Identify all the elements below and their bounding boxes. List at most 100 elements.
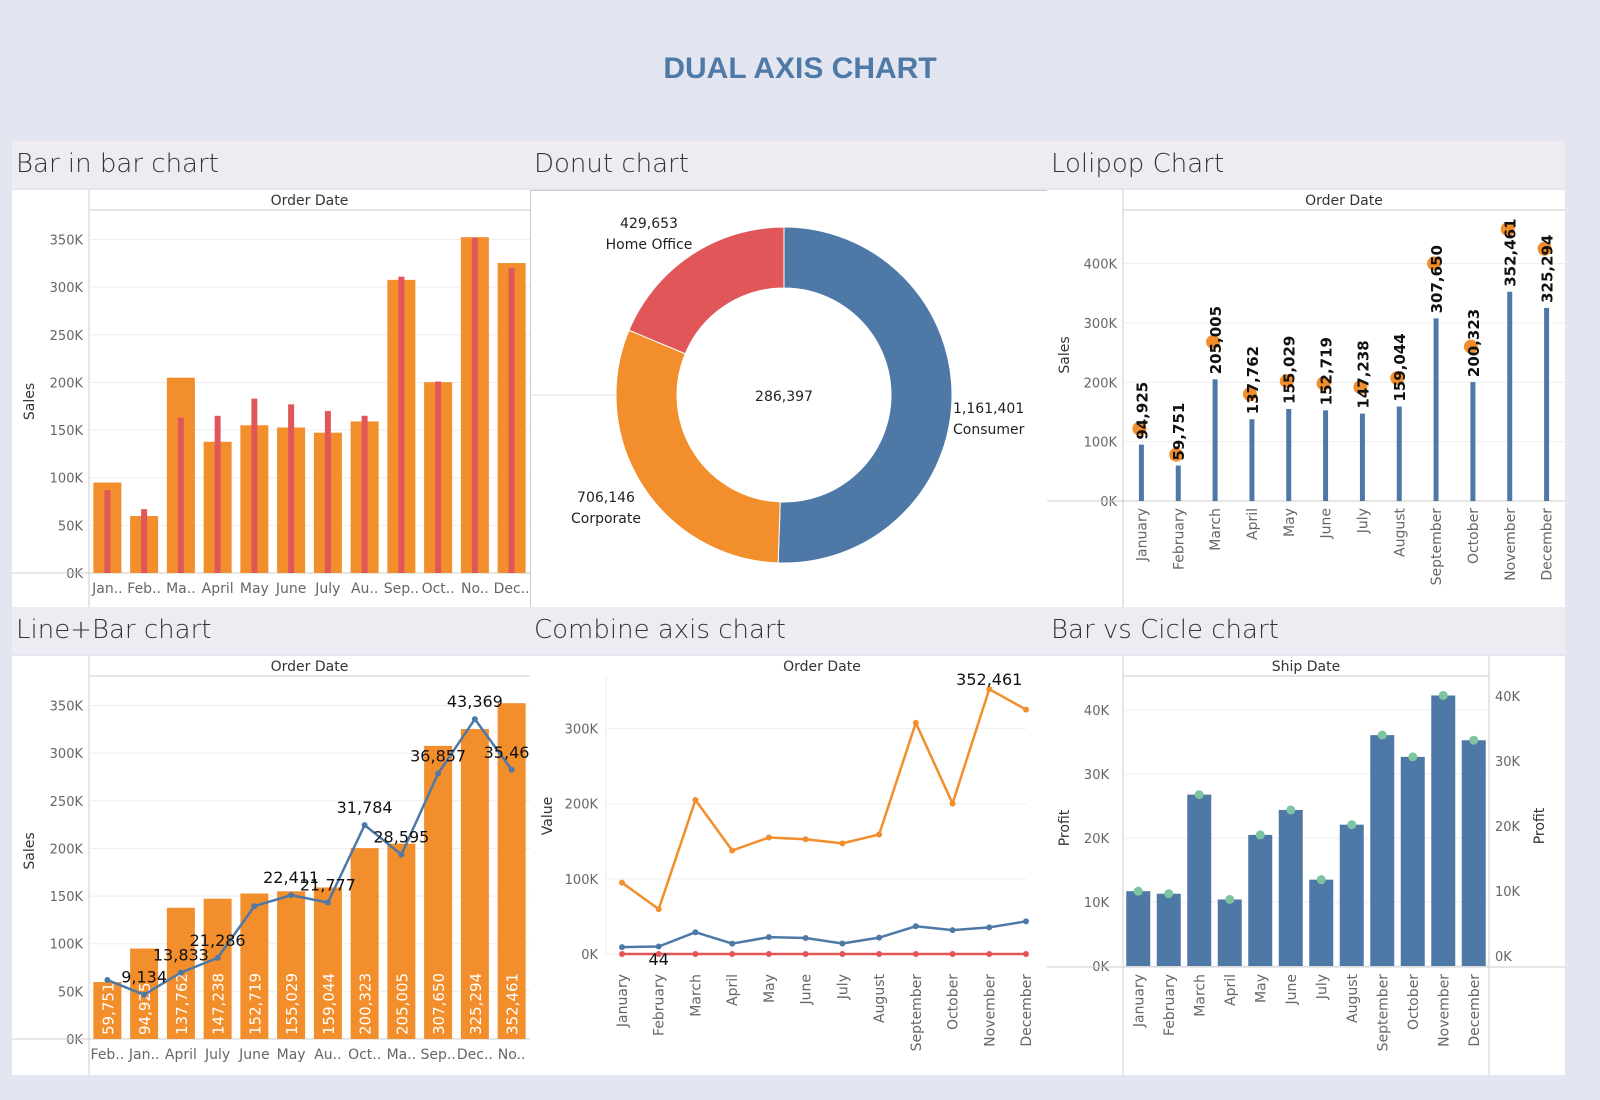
bar-inner xyxy=(508,268,515,573)
column-header: Order Date xyxy=(271,659,349,675)
line-bar-chart: Order Date 0K 50K 100K 150K 200K 250K 300K 350K S… xyxy=(12,656,530,1075)
x-tick-label: December xyxy=(1467,974,1483,1047)
min-label: 44 xyxy=(649,950,669,969)
line-point xyxy=(765,834,772,841)
data-label: 352,461 xyxy=(1502,218,1520,286)
x-tick-label: No.. xyxy=(461,581,489,597)
data-label: 147,238 xyxy=(1354,340,1372,408)
bar-value-label: 155,029 xyxy=(283,973,301,1035)
x-tick-label: Dec.. xyxy=(457,1047,493,1063)
y-tick-label: 250K xyxy=(50,795,84,810)
bar xyxy=(1217,899,1242,966)
panel-title: Line+Bar chart xyxy=(12,607,530,654)
line-point xyxy=(692,796,699,803)
lollipop-panel: Lolipop Chart Order Date 0K 100K 200K 300K 40… xyxy=(1047,141,1565,609)
line-point xyxy=(949,950,956,957)
x-tick-label: September xyxy=(1375,974,1391,1052)
line-point xyxy=(1023,918,1029,925)
line-point xyxy=(655,943,662,950)
bar-inner xyxy=(214,415,221,573)
x-tick-label: June xyxy=(238,1047,270,1063)
x-tick-label: May xyxy=(1282,508,1298,537)
lollipop-stem xyxy=(1396,406,1402,501)
x-tick-label: May xyxy=(240,581,269,597)
x-tick-label: February xyxy=(1171,508,1187,570)
line-point xyxy=(802,935,809,942)
data-label: 137,762 xyxy=(1244,346,1262,414)
bar xyxy=(1278,809,1303,966)
x-tick-label: June xyxy=(1284,974,1300,1006)
y-tick-label: 40K xyxy=(1084,704,1110,719)
line-value-label: 9,134 xyxy=(121,968,167,987)
x-tick-label: November xyxy=(1503,508,1519,581)
x-tick-label: June xyxy=(1319,508,1335,540)
line-value-label: 35,468 xyxy=(484,743,530,762)
x-tick-label: August xyxy=(872,973,888,1023)
y-axis-title: Profit xyxy=(1057,809,1073,846)
bar-value-label: 59,751 xyxy=(99,983,117,1036)
y-tick-label: 250K xyxy=(50,329,84,344)
line-point xyxy=(986,924,993,931)
y-tick-label: 20K xyxy=(1084,832,1110,847)
y-tick-label: 0K xyxy=(66,1033,83,1048)
line-point xyxy=(619,879,625,886)
x-tick-label: March xyxy=(1208,508,1224,551)
y-tick-label-right: 20K xyxy=(1495,820,1521,835)
line-point xyxy=(692,950,699,957)
y-tick-label: 50K xyxy=(58,519,84,534)
line-point xyxy=(839,940,846,947)
bar-inner xyxy=(471,237,478,573)
bar xyxy=(1309,879,1334,966)
profit-circle xyxy=(1133,886,1143,896)
line-point xyxy=(729,847,736,854)
y-tick-label: 100K xyxy=(565,873,599,888)
y-tick-label: 300K xyxy=(1084,317,1118,332)
bar-inner xyxy=(398,276,405,573)
x-tick-label: January xyxy=(1131,974,1147,1028)
line-point xyxy=(214,954,221,961)
x-tick-label: July xyxy=(314,581,340,597)
donut-slice xyxy=(615,329,781,564)
y-tick-label: 300K xyxy=(50,747,84,762)
bar-inner xyxy=(141,509,148,573)
bar xyxy=(1461,740,1486,966)
slice-name-label: Consumer xyxy=(953,422,1025,438)
y-tick-label: 200K xyxy=(50,842,84,857)
x-tick-label: Oct.. xyxy=(348,1047,381,1063)
y-tick-label: 150K xyxy=(50,424,84,439)
line-point xyxy=(912,719,919,726)
lollipop-stem xyxy=(1507,291,1513,501)
profit-circle xyxy=(1255,830,1265,840)
line-value-label: 21,777 xyxy=(300,876,356,895)
center-label: 286,397 xyxy=(755,389,813,405)
y-axis-title: Sales xyxy=(22,832,38,869)
line-point xyxy=(655,906,662,913)
lollipop-stem xyxy=(1433,318,1439,501)
line-point xyxy=(508,766,515,773)
x-tick-label: January xyxy=(1134,508,1150,562)
y-tick-label: 300K xyxy=(565,723,599,738)
x-tick-label: Feb.. xyxy=(127,581,161,597)
line-point xyxy=(912,923,919,930)
bar xyxy=(1431,695,1456,966)
panel-title: Donut chart xyxy=(530,141,1048,188)
line-point xyxy=(729,950,736,957)
line-value-label: 36,857 xyxy=(410,746,466,765)
line-point xyxy=(288,892,295,899)
line-point xyxy=(1023,706,1029,713)
x-tick-label: Ma.. xyxy=(166,581,196,597)
x-tick-label: March xyxy=(1192,974,1208,1017)
line-value-label: 43,369 xyxy=(447,692,503,711)
bar-in-bar-chart: Order Date 0K 50K 100K 150K 200K 250K 300K 350K S… xyxy=(12,190,530,609)
bar-inner xyxy=(435,381,442,573)
x-tick-label: March xyxy=(688,974,704,1017)
data-label: 59,751 xyxy=(1170,403,1188,461)
max-label: 352,461 xyxy=(956,670,1022,689)
slice-name-label: Corporate xyxy=(571,511,641,527)
x-tick-label: Sep.. xyxy=(420,1047,455,1063)
bar-circle-panel: Bar vs Cicle chart Ship Date 0K 0K 10K 10K 20… xyxy=(1047,607,1565,1075)
page-title: DUAL AXIS CHART xyxy=(663,52,937,85)
x-tick-label: April xyxy=(202,581,234,597)
lollipop-stem xyxy=(1323,410,1329,501)
lollipop-chart: Order Date 0K 100K 200K 300K 400K Sales 94,925 J… xyxy=(1047,190,1565,609)
